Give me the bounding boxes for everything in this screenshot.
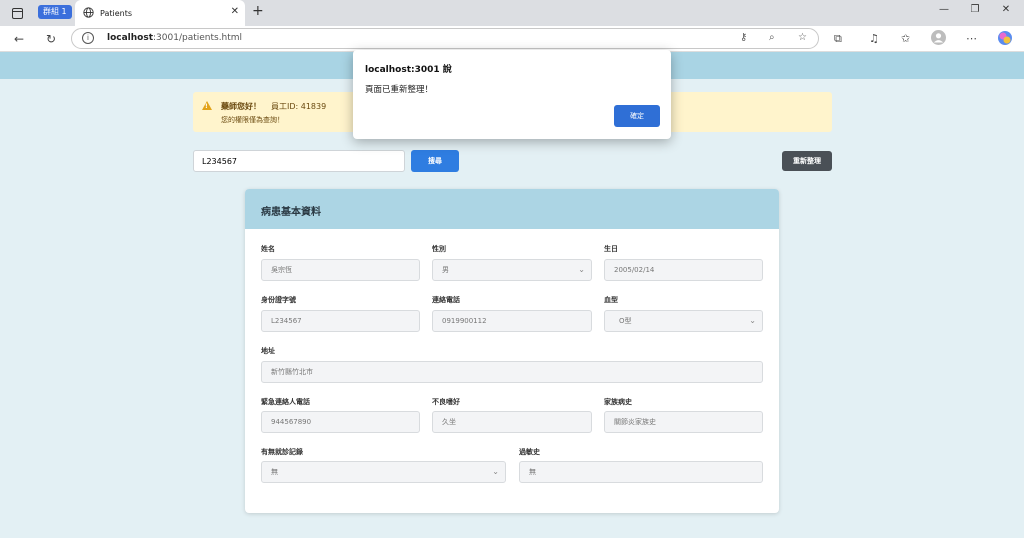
gender-select[interactable]: 男 ⌄ xyxy=(432,259,592,281)
permission-text: 您的權限僅為查詢！ xyxy=(221,116,284,124)
address-label: 地址 xyxy=(261,347,275,355)
name-field[interactable]: 吳宗恆 xyxy=(261,259,420,281)
media-icon[interactable]: ♫ xyxy=(869,32,879,45)
bad-habits-field[interactable]: 久坐 xyxy=(432,411,592,433)
more-menu-icon[interactable]: ⋯ xyxy=(966,32,977,45)
card-header: 病患基本資料 xyxy=(245,189,779,229)
url-text: localhost:3001/patients.html xyxy=(107,33,243,43)
birthday-field[interactable]: 2005/02/14 xyxy=(604,259,763,281)
copilot-icon[interactable] xyxy=(997,30,1013,49)
favorite-star-icon[interactable]: ☆ xyxy=(798,32,807,43)
dialog-message: 頁面已重新整理！ xyxy=(365,85,434,95)
search-input[interactable] xyxy=(193,150,405,172)
name-label: 姓名 xyxy=(261,245,275,253)
dialog-ok-button[interactable]: 確定 xyxy=(614,105,660,127)
address-field[interactable]: 新竹縣竹北市 xyxy=(261,361,763,383)
key-icon[interactable]: ⚷ xyxy=(740,32,747,43)
family-history-field[interactable]: 關節炎家族史 xyxy=(604,411,763,433)
dialog-title: localhost:3001 說 xyxy=(365,65,452,75)
browser-tab-bar: 群組 1 Patients ✕ + — ❐ ✕ xyxy=(0,0,1024,26)
chevron-down-icon: ⌄ xyxy=(749,316,756,325)
allergy-label: 過敏史 xyxy=(519,448,540,456)
bad-habits-label: 不良嗜好 xyxy=(432,398,460,406)
reload-button[interactable]: 重新整理 xyxy=(782,151,832,171)
card-title: 病患基本資料 xyxy=(261,207,321,218)
browser-tab-patients[interactable]: Patients ✕ xyxy=(75,0,245,26)
id-number-field[interactable]: L234567 xyxy=(261,310,420,332)
phone-field[interactable]: 0919900112 xyxy=(432,310,592,332)
favorites-icon[interactable]: ✩ xyxy=(901,32,910,45)
phone-label: 連絡電話 xyxy=(432,296,460,304)
family-history-label: 家族病史 xyxy=(604,398,632,406)
profile-avatar-icon[interactable] xyxy=(931,30,946,48)
browser-toolbar: ← ↻ i localhost:3001/patients.html ⚷ ⌕ ☆… xyxy=(0,26,1024,52)
search-button[interactable]: 搜尋 xyxy=(411,150,459,172)
refresh-icon[interactable]: ↻ xyxy=(42,30,60,48)
emergency-phone-label: 緊急連絡人電話 xyxy=(261,398,310,406)
allergy-field[interactable]: 無 xyxy=(519,461,763,483)
birthday-label: 生日 xyxy=(604,245,618,253)
tab-title: Patients xyxy=(100,8,133,18)
site-info-icon[interactable]: i xyxy=(82,32,94,44)
address-bar[interactable]: i localhost:3001/patients.html ⚷ ⌕ ☆ xyxy=(71,28,819,49)
visit-record-select[interactable]: 無 ⌄ xyxy=(261,461,506,483)
extensions-icon[interactable]: ⧉ xyxy=(834,32,842,46)
restore-icon[interactable]: ❐ xyxy=(967,4,983,15)
close-window-icon[interactable]: ✕ xyxy=(998,4,1014,15)
id-number-label: 身份證字號 xyxy=(261,296,296,304)
greeting-text: 藥師您好！ xyxy=(221,102,261,111)
blood-type-label: 血型 xyxy=(604,296,618,304)
emergency-phone-field[interactable]: 944567890 xyxy=(261,411,420,433)
tab-actions-icon[interactable] xyxy=(8,4,26,22)
close-tab-icon[interactable]: ✕ xyxy=(231,6,239,17)
chevron-down-icon: ⌄ xyxy=(578,265,585,274)
minimize-icon[interactable]: — xyxy=(936,4,952,15)
back-icon[interactable]: ← xyxy=(10,30,28,48)
chevron-down-icon: ⌄ xyxy=(492,467,499,476)
new-tab-icon[interactable]: + xyxy=(252,3,264,19)
gender-label: 性別 xyxy=(432,245,446,253)
patient-info-card: 病患基本資料 姓名 吳宗恆 性別 男 ⌄ 生日 2005/02/14 身份證字號… xyxy=(245,189,779,513)
zoom-icon[interactable]: ⌕ xyxy=(769,32,775,43)
alert-dialog: localhost:3001 說 頁面已重新整理！ 確定 xyxy=(353,50,671,139)
employee-id-text: 員工ID: 41839 xyxy=(271,102,327,111)
blood-type-select[interactable]: O型 ⌄ xyxy=(604,310,763,332)
tab-group-label[interactable]: 群組 1 xyxy=(38,5,72,19)
globe-icon xyxy=(83,6,94,20)
visit-record-label: 有無就診記錄 xyxy=(261,448,303,456)
